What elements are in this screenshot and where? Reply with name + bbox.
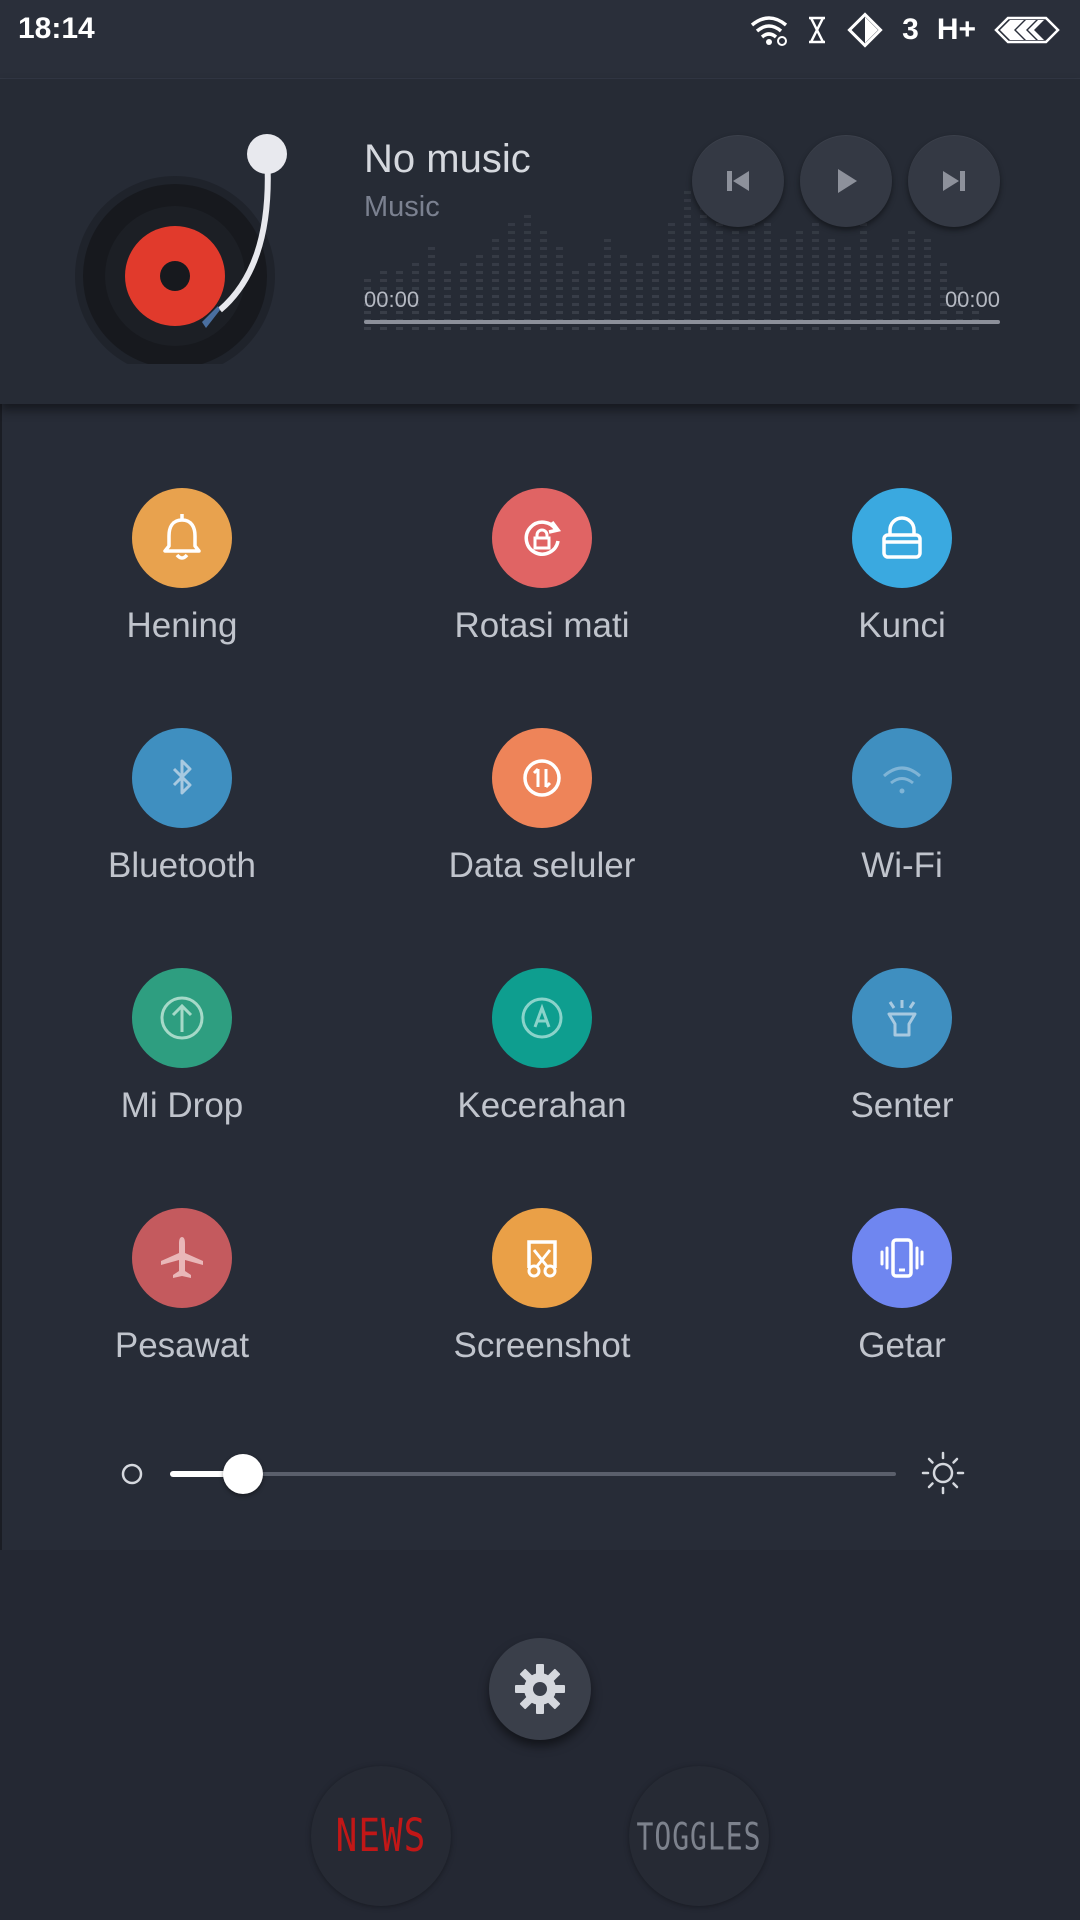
gear-icon xyxy=(515,1664,565,1714)
toggle-kecerahan-button[interactable] xyxy=(492,968,592,1068)
play-button[interactable] xyxy=(800,135,892,227)
diamond-signal-icon xyxy=(847,12,883,48)
mi-drop-icon xyxy=(160,996,204,1040)
toggle-pesawat[interactable]: Pesawat xyxy=(2,1208,362,1448)
music-widget: No music Music 00:00 00:00 xyxy=(0,79,1080,404)
brightness-low-icon xyxy=(121,1463,143,1485)
time-elapsed: 00:00 xyxy=(364,287,420,312)
toggle-label: Mi Drop xyxy=(120,1086,244,1125)
toggles-tab-button[interactable]: TOGGLES xyxy=(629,1766,769,1906)
toggle-label: Kecerahan xyxy=(457,1086,627,1125)
toggle-getar-button[interactable] xyxy=(852,1208,952,1308)
toggle-wi-fi-button[interactable] xyxy=(852,728,952,828)
next-button[interactable] xyxy=(908,135,1000,227)
toggle-row: Bluetooth Data seluler Wi-Fi xyxy=(2,728,1080,968)
toggle-label: Senter xyxy=(850,1086,954,1125)
wifi-icon xyxy=(883,766,921,794)
toggle-label: Wi-Fi xyxy=(861,846,943,885)
toggle-senter[interactable]: Senter xyxy=(722,968,1080,1208)
settings-button[interactable] xyxy=(489,1638,591,1740)
toggle-rotasi-mati-button[interactable] xyxy=(492,488,592,588)
wifi-icon xyxy=(751,16,788,46)
screenshot-icon xyxy=(527,1240,557,1278)
toggle-label: Kunci xyxy=(858,606,946,645)
toggle-kecerahan[interactable]: Kecerahan xyxy=(362,968,722,1208)
toggle-screenshot[interactable]: Screenshot xyxy=(362,1208,722,1448)
toggle-grid: Hening Rotasi mati Kunci Bluetooth Data selu… xyxy=(2,488,1080,1448)
play-icon xyxy=(838,169,857,193)
toggle-kunci-button[interactable] xyxy=(852,488,952,588)
network-type: H+ xyxy=(936,13,976,46)
toggles-label: TOGGLES xyxy=(636,1813,762,1859)
toggle-label: Hening xyxy=(126,606,238,645)
toggle-pesawat-button[interactable] xyxy=(132,1208,232,1308)
news-tab-button[interactable]: NEWS xyxy=(311,1766,451,1906)
brightness-thumb[interactable] xyxy=(223,1454,263,1494)
lock-icon xyxy=(882,516,922,559)
mobile-data-icon xyxy=(523,759,561,797)
brightness-slider[interactable] xyxy=(120,1444,966,1504)
bluetooth-icon xyxy=(172,759,192,795)
vibrate-icon xyxy=(880,1238,924,1278)
airplane-icon xyxy=(161,1237,203,1278)
music-progress-bar[interactable] xyxy=(364,320,1000,324)
rotation-lock-icon xyxy=(524,520,562,556)
previous-icon xyxy=(727,171,749,191)
vinyl-record-icon[interactable] xyxy=(70,124,310,364)
toggle-bluetooth[interactable]: Bluetooth xyxy=(2,728,362,968)
toggle-wi-fi[interactable]: Wi-Fi xyxy=(722,728,1080,968)
previous-button[interactable] xyxy=(692,135,784,227)
toggle-screenshot-button[interactable] xyxy=(492,1208,592,1308)
toggle-kunci[interactable]: Kunci xyxy=(722,488,1080,728)
flashlight-icon xyxy=(887,1000,917,1037)
bottom-bar: NEWS TOGGLES xyxy=(0,1550,1080,1920)
toggle-label: Pesawat xyxy=(114,1326,250,1365)
music-title: No music xyxy=(364,137,531,181)
brightness-high-icon xyxy=(921,1451,965,1495)
hourglass-icon xyxy=(809,16,826,44)
network-number: 3 xyxy=(902,13,919,46)
toggle-getar[interactable]: Getar xyxy=(722,1208,1080,1448)
toggle-senter-button[interactable] xyxy=(852,968,952,1068)
toggle-label: Screenshot xyxy=(453,1326,631,1365)
toggle-row: Hening Rotasi mati Kunci xyxy=(2,488,1080,728)
toggle-row: Mi Drop Kecerahan Senter xyxy=(2,968,1080,1208)
next-icon xyxy=(943,171,965,191)
status-bar: 18:14 3 H+ xyxy=(0,0,1080,79)
toggle-label: Bluetooth xyxy=(108,846,256,885)
toggle-label: Data seluler xyxy=(448,846,636,885)
toggle-data-seluler[interactable]: Data seluler xyxy=(362,728,722,968)
toggle-label: Getar xyxy=(858,1326,946,1365)
battery-icon xyxy=(994,16,1060,44)
status-time: 18:14 xyxy=(18,12,95,45)
toggle-mi-drop[interactable]: Mi Drop xyxy=(2,968,362,1208)
news-label: NEWS xyxy=(335,1810,427,1862)
time-total: 00:00 xyxy=(944,287,1000,312)
auto-brightness-icon xyxy=(521,997,563,1039)
toggle-hening-button[interactable] xyxy=(132,488,232,588)
toggle-rotasi-mati[interactable]: Rotasi mati xyxy=(362,488,722,728)
bell-icon xyxy=(163,514,201,560)
toggle-row: Pesawat Screenshot Getar xyxy=(2,1208,1080,1448)
status-icons: 3 H+ xyxy=(750,8,1062,52)
toggle-data-seluler-button[interactable] xyxy=(492,728,592,828)
quick-toggles-panel: Hening Rotasi mati Kunci Bluetooth Data selu… xyxy=(0,404,1080,1550)
toggle-bluetooth-button[interactable] xyxy=(132,728,232,828)
brightness-track[interactable] xyxy=(170,1472,896,1476)
music-subtitle: Music xyxy=(364,191,440,223)
toggle-hening[interactable]: Hening xyxy=(2,488,362,728)
toggle-mi-drop-button[interactable] xyxy=(132,968,232,1068)
toggle-label: Rotasi mati xyxy=(454,606,630,645)
